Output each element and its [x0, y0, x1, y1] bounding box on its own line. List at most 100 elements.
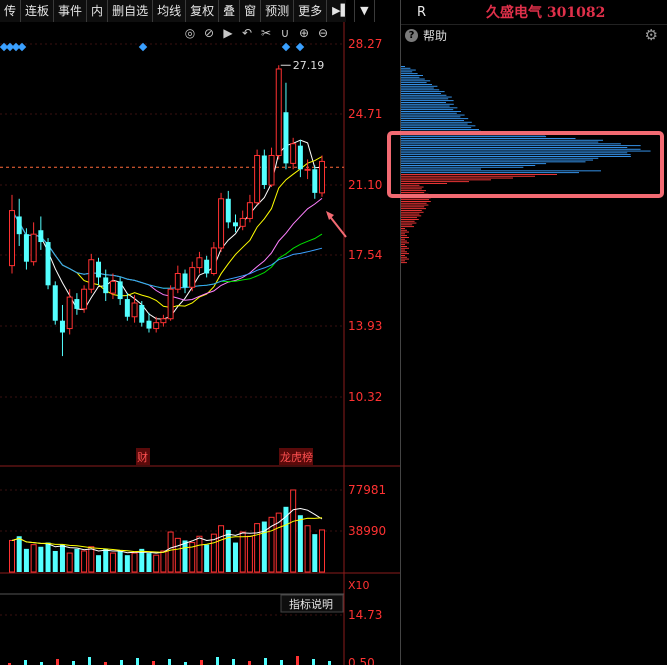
r-label[interactable]: R — [417, 5, 426, 20]
indicator-bar — [280, 660, 283, 665]
play-icon[interactable]: ▶ — [223, 26, 233, 40]
magnet-icon[interactable]: ∪ — [281, 26, 290, 40]
volume-bar — [146, 553, 152, 572]
chip-row — [401, 109, 454, 111]
kline-chart[interactable]: ◎ ⊘ ▶ ↶ ✂ ∪ ⊕ ⊖ 28.27 24.71 21.10 17.54 13.93 10.32 27… — [0, 22, 400, 665]
volume-bar — [261, 521, 267, 572]
volume-bar — [96, 555, 102, 572]
volume-bar — [16, 536, 22, 572]
volume-bar — [38, 546, 44, 572]
chip-row — [401, 75, 423, 76]
volume-bar — [81, 550, 88, 573]
eye-icon[interactable]: ◎ — [185, 26, 195, 40]
volume-bar — [160, 550, 167, 573]
price-tick: 21.10 — [348, 178, 382, 192]
chip-row — [401, 73, 418, 75]
indicator-bar — [296, 656, 299, 665]
candle-body — [290, 143, 297, 164]
candle-body — [88, 259, 95, 290]
eye-slash-icon[interactable]: ⊘ — [204, 26, 214, 40]
zoom-out-icon[interactable]: ⊖ — [318, 26, 328, 40]
toolbar-item-0[interactable]: 传 — [0, 0, 22, 22]
candle-body — [283, 112, 289, 164]
chip-row — [401, 118, 469, 120]
indicator-bar — [328, 661, 331, 665]
volume-tick: 38990 — [348, 524, 386, 538]
volume-bar — [74, 548, 80, 572]
indicator-label[interactable]: 指标说明 — [289, 597, 333, 611]
chip-row — [401, 220, 415, 222]
indicator-bar — [136, 658, 139, 665]
chip-row — [401, 251, 407, 253]
candle-body — [153, 322, 160, 330]
chip-row — [401, 111, 461, 112]
skip-forward-icon[interactable]: ▶▌ — [327, 0, 356, 22]
price-tick: 24.71 — [348, 107, 382, 121]
volume-bar — [59, 544, 65, 572]
candle-body — [189, 267, 196, 288]
chip-row — [401, 253, 409, 255]
volume-bar — [30, 544, 37, 573]
chip-row — [401, 235, 407, 237]
candle-body — [312, 169, 318, 193]
chip-row — [401, 69, 416, 71]
high-label: 27.19 — [293, 59, 325, 72]
candle-body — [304, 168, 311, 171]
toolbar-item-10[interactable]: 更多 — [294, 0, 328, 22]
scissors-icon[interactable]: ✂ — [261, 26, 271, 40]
chip-distribution-panel: R 久盛电气 301082 ? 帮助 ⚙ — [387, 0, 667, 665]
chip-row — [401, 222, 417, 224]
chip-row — [401, 102, 446, 103]
indicator-bar — [24, 660, 27, 665]
toolbar-item-6[interactable]: 复权 — [186, 0, 220, 22]
candle-body — [246, 202, 253, 219]
chip-row — [401, 213, 420, 215]
candle-body — [297, 145, 303, 170]
chip-row — [401, 112, 457, 114]
volume-bar — [312, 534, 318, 572]
volume-bar — [319, 529, 325, 573]
toolbar-item-2[interactable]: 事件 — [54, 0, 88, 22]
toolbar-item-7[interactable]: 叠 — [219, 0, 241, 22]
chip-row — [401, 215, 422, 217]
toolbar-item-3[interactable]: 内 — [87, 0, 109, 22]
price-tick: 28.27 — [348, 37, 382, 51]
candle-body — [124, 299, 130, 317]
volume-bar — [131, 552, 138, 573]
volume-bar — [225, 529, 231, 572]
panel-header: R 久盛电气 301082 — [401, 0, 667, 25]
volume-tick: 77981 — [348, 483, 386, 497]
toolbar-item-1[interactable]: 连板 — [21, 0, 55, 22]
candle-body — [218, 198, 225, 249]
toolbar-item-8[interactable]: 窗 — [240, 0, 262, 22]
chip-row — [401, 199, 429, 201]
candle-body — [167, 288, 174, 320]
candle-body — [174, 272, 181, 290]
chip-row — [401, 125, 476, 127]
dropdown-icon[interactable]: ▼ — [355, 0, 375, 22]
zoom-in-icon[interactable]: ⊕ — [299, 26, 309, 40]
chip-row — [401, 201, 431, 202]
chip-row — [401, 246, 407, 247]
help-link[interactable]: ? 帮助 — [405, 27, 447, 44]
chip-row — [401, 242, 409, 244]
undo-icon[interactable]: ↶ — [242, 26, 252, 40]
price-tick: 13.93 — [348, 319, 382, 333]
chip-row — [401, 89, 440, 91]
indicator-bar — [56, 659, 59, 665]
event-marker: 财 — [137, 450, 148, 464]
volume-bar — [290, 489, 297, 573]
candle-body — [30, 233, 37, 263]
chip-row — [401, 84, 432, 85]
gear-icon[interactable]: ⚙ — [645, 26, 658, 44]
toolbar-item-4[interactable]: 删自选 — [108, 0, 154, 22]
chip-row — [401, 224, 413, 226]
chip-row — [401, 67, 411, 69]
indicator-bar — [88, 657, 91, 665]
chip-row — [401, 82, 427, 84]
toolbar-item-5[interactable]: 均线 — [153, 0, 187, 22]
chip-row — [401, 228, 405, 229]
toolbar-item-9[interactable]: 预测 — [261, 0, 295, 22]
indicator-bar — [168, 659, 171, 665]
volume-bar — [88, 546, 95, 573]
